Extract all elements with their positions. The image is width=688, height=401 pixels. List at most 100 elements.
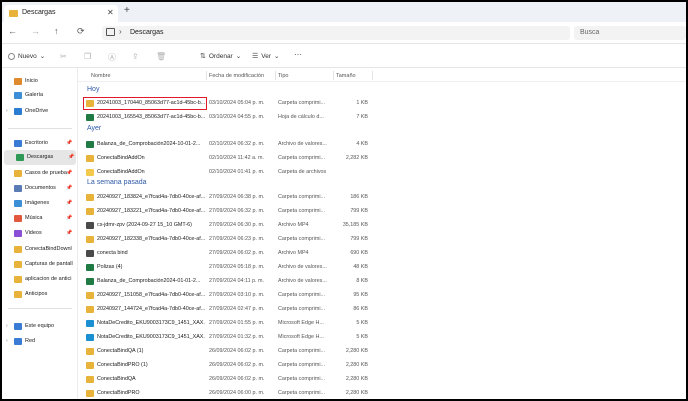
file-row[interactable]: ConectaBindAddOn 02/10/2024 11:42 a. m. Ca… <box>78 153 686 164</box>
file-row[interactable]: ConectaBindQA 26/09/2024 06:02 p. m. Carpe… <box>78 374 686 385</box>
sidebar-item[interactable]: aplicacion de antici <box>2 272 78 287</box>
sidebar-item[interactable]: Escritorio 📌 <box>2 136 78 151</box>
file-row[interactable]: 20240927_182338_e7fcad4a-7db0-40ce-af...… <box>78 234 686 245</box>
file-name: ConectaBindPRO (1) <box>97 362 148 368</box>
view-icon: ☰ <box>252 53 259 60</box>
column-divider[interactable] <box>333 71 334 80</box>
rename-button[interactable]: Ⓐ <box>108 52 116 63</box>
file-type: Carpeta de archivos <box>278 169 327 175</box>
file-row[interactable]: Balanza_de_Comprobación2024-01-01-2... 27… <box>78 276 686 287</box>
sidebar-item[interactable]: › Red <box>2 334 78 349</box>
pictures-icon <box>14 200 22 207</box>
column-name[interactable]: Nombre <box>91 73 111 79</box>
file-row[interactable]: 20241003_170440_85063d77-ac1d-45bc-b... 0… <box>78 98 686 109</box>
delete-button[interactable]: 🗑 <box>156 52 166 61</box>
file-row[interactable]: 20240927_183824_e7fcad4a-7db0-40ce-af...… <box>78 192 686 203</box>
sidebar-item[interactable]: › Este equipo <box>2 319 78 334</box>
sidebar-item[interactable]: › OneDrive <box>2 104 78 119</box>
file-name: conecta bind <box>97 250 128 256</box>
search-input[interactable]: Busca <box>574 26 686 40</box>
chevron-right-icon[interactable]: › <box>6 108 8 114</box>
file-size: 5 KB <box>356 334 368 340</box>
desktop-icon <box>14 140 22 147</box>
file-size: 2,282 KB <box>345 155 368 161</box>
up-arrow-icon[interactable]: ↑ <box>54 26 59 36</box>
zip-folder-icon <box>86 236 94 243</box>
file-row[interactable]: 20240927_151058_e7fcad4a-7db0-40ce-af...… <box>78 290 686 301</box>
file-row[interactable]: Balanza_de_Comprobación2024-10-01-2... 02… <box>78 139 686 150</box>
tab-descargas[interactable]: Descargas ✕ <box>4 5 118 22</box>
pin-icon[interactable]: 📌 <box>66 200 72 206</box>
pin-icon[interactable]: 📌 <box>66 185 72 191</box>
file-row[interactable]: cs-jdmr-zpv (2024-09-27 15_10 GMT-6) 27/0… <box>78 220 686 231</box>
refresh-icon[interactable]: ⟳ <box>77 26 85 37</box>
cut-button[interactable]: ✂ <box>60 52 67 61</box>
pin-icon[interactable]: 📌 <box>66 230 72 236</box>
column-divider[interactable] <box>206 71 207 80</box>
file-row[interactable]: Polizas (4) 27/09/2024 05:18 p. m. Archivo… <box>78 262 686 273</box>
copy-icon: ❐ <box>84 52 92 61</box>
sidebar-item[interactable]: Anticipos <box>2 287 78 302</box>
file-row[interactable]: conecta bind 27/09/2024 06:02 p. m. Archiv… <box>78 248 686 259</box>
view-button[interactable]: ☰ Ver ⌄ <box>252 52 280 61</box>
back-arrow-icon[interactable]: ← <box>8 26 17 36</box>
file-name: Balanza_de_Comprobación2024-10-01-2... <box>97 141 201 147</box>
new-button[interactable]: Nuevo ⌄ <box>8 52 45 60</box>
zip-folder-icon <box>86 194 94 201</box>
chevron-right-icon[interactable]: › <box>6 338 8 344</box>
column-type[interactable]: Tipo <box>278 73 289 79</box>
share-button[interactable]: ⇪ <box>132 52 139 61</box>
pin-icon[interactable]: 📌 <box>66 215 72 221</box>
group-header-today[interactable]: Hoy <box>87 86 99 93</box>
file-row[interactable]: NotaDeCredito_EKU9003173C9_1451_XAX... 27… <box>78 332 686 343</box>
column-divider[interactable] <box>372 71 373 80</box>
file-row[interactable]: ConectaBindAddOn 02/10/2024 01:41 p. m. Ca… <box>78 167 686 178</box>
folder-icon <box>86 169 94 176</box>
sidebar-item[interactable]: Videos 📌 <box>2 226 78 241</box>
group-header-yesterday[interactable]: Ayer <box>87 125 101 132</box>
column-size[interactable]: Tamaño <box>336 73 356 79</box>
sidebar-item[interactable]: Música 📌 <box>2 211 78 226</box>
file-row[interactable]: 20241003_165543_85063d77-ac1d-45bc-b... 0… <box>78 112 686 123</box>
file-size: 799 KB <box>350 208 368 214</box>
sidebar-item[interactable]: Imágenes 📌 <box>2 196 78 211</box>
file-name: cs-jdmr-zpv (2024-09-27 15_10 GMT-6) <box>97 222 192 228</box>
file-size: 5 KB <box>356 320 368 326</box>
rename-icon: Ⓐ <box>108 53 116 62</box>
file-row[interactable]: NotaDeCredito_EKU9003173C9_1451_XAX... 27… <box>78 318 686 329</box>
new-tab-button[interactable]: + <box>124 5 130 16</box>
sidebar-item-label: Inicio <box>25 78 38 84</box>
folder-icon <box>14 246 22 253</box>
pin-icon[interactable]: 📌 <box>66 140 72 146</box>
file-row[interactable]: ConectaBindQA (1) 26/09/2024 06:02 p. m. C… <box>78 346 686 357</box>
forward-arrow-icon[interactable]: → <box>31 26 40 36</box>
chevron-right-icon[interactable]: › <box>6 323 8 329</box>
pin-icon[interactable]: 📌 <box>66 170 72 176</box>
sidebar-item[interactable]: Galería <box>2 88 78 103</box>
file-row[interactable]: ConectaBindPRO 26/09/2024 06:00 p. m. Carp… <box>78 388 686 399</box>
file-row[interactable]: 20240927_144724_e7fcad4a-7db0-40ce-af...… <box>78 304 686 315</box>
sidebar-item[interactable]: Casos de prueba 📌 <box>2 166 78 181</box>
file-size: 2,280 KB <box>345 390 368 396</box>
pin-icon[interactable]: 📌 <box>68 154 74 160</box>
more-options-button[interactable]: ··· <box>294 50 302 59</box>
column-header-row: Nombre Fecha de modificación Tipo Tamaño <box>78 68 686 82</box>
copy-button[interactable]: ❐ <box>84 52 91 61</box>
column-date[interactable]: Fecha de modificación <box>209 73 264 79</box>
column-divider[interactable] <box>275 71 276 80</box>
sort-button[interactable]: ⇅ Ordenar ⌄ <box>200 52 241 61</box>
close-tab-icon[interactable]: ✕ <box>107 8 114 17</box>
sidebar-item[interactable]: Documentos 📌 <box>2 181 78 196</box>
breadcrumb-location[interactable]: Descargas <box>130 29 163 36</box>
sidebar-item[interactable]: ConectaBindDownl <box>2 242 78 257</box>
sidebar-item[interactable]: Capturas de pantall <box>2 257 78 272</box>
file-date: 27/09/2024 01:55 p. m. <box>209 320 265 326</box>
cloud-icon <box>14 108 22 115</box>
file-name: NotaDeCredito_EKU9003173C9_1451_XAX... <box>97 320 205 326</box>
file-row[interactable]: ConectaBindPRO (1) 26/09/2024 06:02 p. m.… <box>78 360 686 371</box>
breadcrumb[interactable]: › Descargas <box>102 26 570 40</box>
sidebar-item[interactable]: Inicio <box>2 74 78 89</box>
group-header-last-week[interactable]: La semana pasada <box>87 179 147 186</box>
sidebar-item[interactable]: Descargas 📌 <box>4 150 76 165</box>
file-row[interactable]: 20240927_183221_e7fcad4a-7db0-40ce-af...… <box>78 206 686 217</box>
